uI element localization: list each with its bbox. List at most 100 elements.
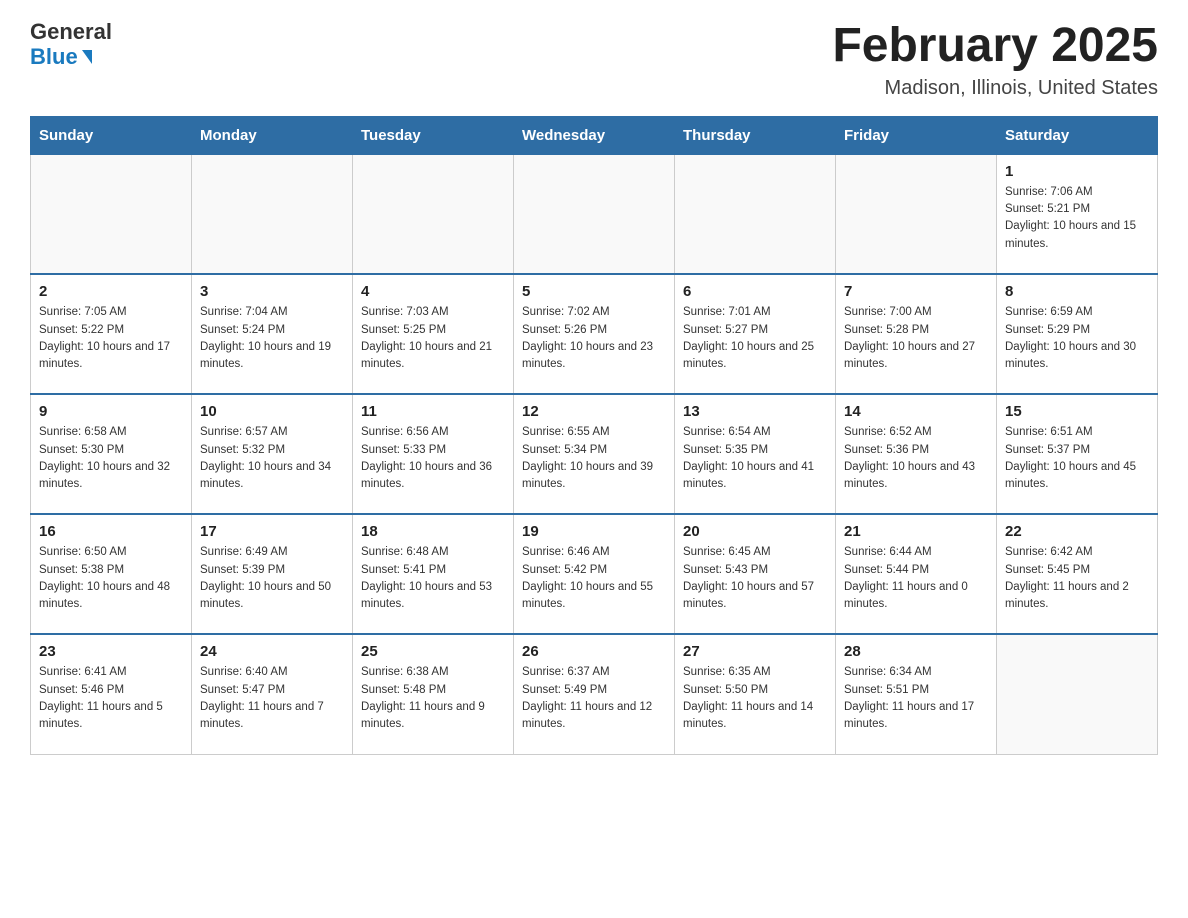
day-info: Sunrise: 6:44 AMSunset: 5:44 PMDaylight:… [844,544,988,613]
day-info: Sunrise: 6:52 AMSunset: 5:36 PMDaylight:… [844,424,988,493]
day-number: 22 [1005,523,1149,540]
month-year-title: February 2025 [832,20,1158,73]
day-info: Sunrise: 7:05 AMSunset: 5:22 PMDaylight:… [39,304,183,373]
day-info: Sunrise: 6:40 AMSunset: 5:47 PMDaylight:… [200,664,344,733]
table-row: 4 Sunrise: 7:03 AMSunset: 5:25 PMDaylight… [353,274,514,394]
day-number: 25 [361,643,505,660]
logo: General Blue [30,20,112,70]
day-info: Sunrise: 6:51 AMSunset: 5:37 PMDaylight:… [1005,424,1149,493]
day-info: Sunrise: 6:41 AMSunset: 5:46 PMDaylight:… [39,664,183,733]
day-info: Sunrise: 7:06 AMSunset: 5:21 PMDaylight:… [1005,184,1149,253]
day-number: 21 [844,523,988,540]
table-row: 18 Sunrise: 6:48 AMSunset: 5:41 PMDayligh… [353,514,514,634]
day-number: 9 [39,403,183,420]
table-row: 5 Sunrise: 7:02 AMSunset: 5:26 PMDaylight… [514,274,675,394]
day-info: Sunrise: 7:04 AMSunset: 5:24 PMDaylight:… [200,304,344,373]
table-row: 3Sunrise: 7:04 AMSunset: 5:24 PMDaylight… [192,274,353,394]
day-number: 23 [39,643,183,660]
day-number: 12 [522,403,666,420]
day-number: 26 [522,643,666,660]
page-header: General Blue February 2025 Madison, Illi… [30,20,1158,100]
title-block: February 2025 Madison, Illinois, United … [832,20,1158,100]
table-row [31,154,192,274]
table-row [514,154,675,274]
table-row: 16 Sunrise: 6:50 AMSunset: 5:38 PMDayligh… [31,514,192,634]
day-info: Sunrise: 6:37 AMSunset: 5:49 PMDaylight:… [522,664,666,733]
day-number: 7 [844,283,988,300]
day-info: Sunrise: 6:50 AMSunset: 5:38 PMDaylight:… [39,544,183,613]
day-number: 8 [1005,283,1149,300]
day-info: Sunrise: 6:59 AMSunset: 5:29 PMDaylight:… [1005,304,1149,373]
table-row: 12 Sunrise: 6:55 AMSunset: 5:34 PMDayligh… [514,394,675,514]
day-number: 15 [1005,403,1149,420]
header-wednesday: Wednesday [514,116,675,154]
table-row: 23 Sunrise: 6:41 AMSunset: 5:46 PMDayligh… [31,634,192,754]
day-number: 28 [844,643,988,660]
table-row: 9 Sunrise: 6:58 AMSunset: 5:30 PMDaylight… [31,394,192,514]
day-info: Sunrise: 6:54 AMSunset: 5:35 PMDaylight:… [683,424,827,493]
calendar-week-1: 1 Sunrise: 7:06 AMSunset: 5:21 PMDaylight… [31,154,1158,274]
table-row: 2 Sunrise: 7:05 AMSunset: 5:22 PMDaylight… [31,274,192,394]
day-number: 20 [683,523,827,540]
day-number: 5 [522,283,666,300]
table-row: 20 Sunrise: 6:45 AMSunset: 5:43 PMDayligh… [675,514,836,634]
table-row: 13 Sunrise: 6:54 AMSunset: 5:35 PMDayligh… [675,394,836,514]
calendar-table: Sunday Monday Tuesday Wednesday Thursday… [30,116,1158,755]
day-info: Sunrise: 6:38 AMSunset: 5:48 PMDaylight:… [361,664,505,733]
day-number: 17 [200,523,344,540]
day-info: Sunrise: 6:58 AMSunset: 5:30 PMDaylight:… [39,424,183,493]
day-number: 11 [361,403,505,420]
header-thursday: Thursday [675,116,836,154]
table-row: 22 Sunrise: 6:42 AMSunset: 5:45 PMDayligh… [997,514,1158,634]
day-info: Sunrise: 7:01 AMSunset: 5:27 PMDaylight:… [683,304,827,373]
table-row: 17 Sunrise: 6:49 AMSunset: 5:39 PMDayligh… [192,514,353,634]
table-row: 19 Sunrise: 6:46 AMSunset: 5:42 PMDayligh… [514,514,675,634]
table-row: 26 Sunrise: 6:37 AMSunset: 5:49 PMDayligh… [514,634,675,754]
day-number: 27 [683,643,827,660]
table-row [675,154,836,274]
day-info: Sunrise: 6:49 AMSunset: 5:39 PMDaylight:… [200,544,344,613]
day-number: 10 [200,403,344,420]
day-info: Sunrise: 6:46 AMSunset: 5:42 PMDaylight:… [522,544,666,613]
table-row [192,154,353,274]
day-info: Sunrise: 7:03 AMSunset: 5:25 PMDaylight:… [361,304,505,373]
calendar-week-2: 2 Sunrise: 7:05 AMSunset: 5:22 PMDaylight… [31,274,1158,394]
day-info: Sunrise: 6:57 AMSunset: 5:32 PMDaylight:… [200,424,344,493]
day-info: Sunrise: 6:34 AMSunset: 5:51 PMDaylight:… [844,664,988,733]
day-info: Sunrise: 6:42 AMSunset: 5:45 PMDaylight:… [1005,544,1149,613]
day-number: 4 [361,283,505,300]
table-row: 25 Sunrise: 6:38 AMSunset: 5:48 PMDayligh… [353,634,514,754]
location-subtitle: Madison, Illinois, United States [832,77,1158,100]
table-row: 14 Sunrise: 6:52 AMSunset: 5:36 PMDayligh… [836,394,997,514]
day-info: Sunrise: 6:45 AMSunset: 5:43 PMDaylight:… [683,544,827,613]
header-tuesday: Tuesday [353,116,514,154]
logo-blue-text: Blue [30,44,92,70]
day-number: 2 [39,283,183,300]
table-row: 11Sunrise: 6:56 AMSunset: 5:33 PMDayligh… [353,394,514,514]
header-friday: Friday [836,116,997,154]
logo-general-text: General [30,20,112,44]
table-row [836,154,997,274]
calendar-week-5: 23 Sunrise: 6:41 AMSunset: 5:46 PMDayligh… [31,634,1158,754]
day-number: 13 [683,403,827,420]
day-number: 18 [361,523,505,540]
calendar-week-4: 16 Sunrise: 6:50 AMSunset: 5:38 PMDayligh… [31,514,1158,634]
day-info: Sunrise: 6:35 AMSunset: 5:50 PMDaylight:… [683,664,827,733]
day-number: 14 [844,403,988,420]
day-number: 16 [39,523,183,540]
table-row [997,634,1158,754]
day-info: Sunrise: 6:55 AMSunset: 5:34 PMDaylight:… [522,424,666,493]
header-monday: Monday [192,116,353,154]
table-row: 7Sunrise: 7:00 AMSunset: 5:28 PMDaylight… [836,274,997,394]
header-saturday: Saturday [997,116,1158,154]
table-row: 21 Sunrise: 6:44 AMSunset: 5:44 PMDayligh… [836,514,997,634]
table-row: 6Sunrise: 7:01 AMSunset: 5:27 PMDaylight… [675,274,836,394]
logo-triangle-icon [82,50,92,64]
table-row: 8 Sunrise: 6:59 AMSunset: 5:29 PMDaylight… [997,274,1158,394]
day-info: Sunrise: 7:02 AMSunset: 5:26 PMDaylight:… [522,304,666,373]
day-number: 1 [1005,163,1149,180]
table-row: 1 Sunrise: 7:06 AMSunset: 5:21 PMDaylight… [997,154,1158,274]
day-info: Sunrise: 6:48 AMSunset: 5:41 PMDaylight:… [361,544,505,613]
table-row: 10 Sunrise: 6:57 AMSunset: 5:32 PMDayligh… [192,394,353,514]
day-number: 19 [522,523,666,540]
